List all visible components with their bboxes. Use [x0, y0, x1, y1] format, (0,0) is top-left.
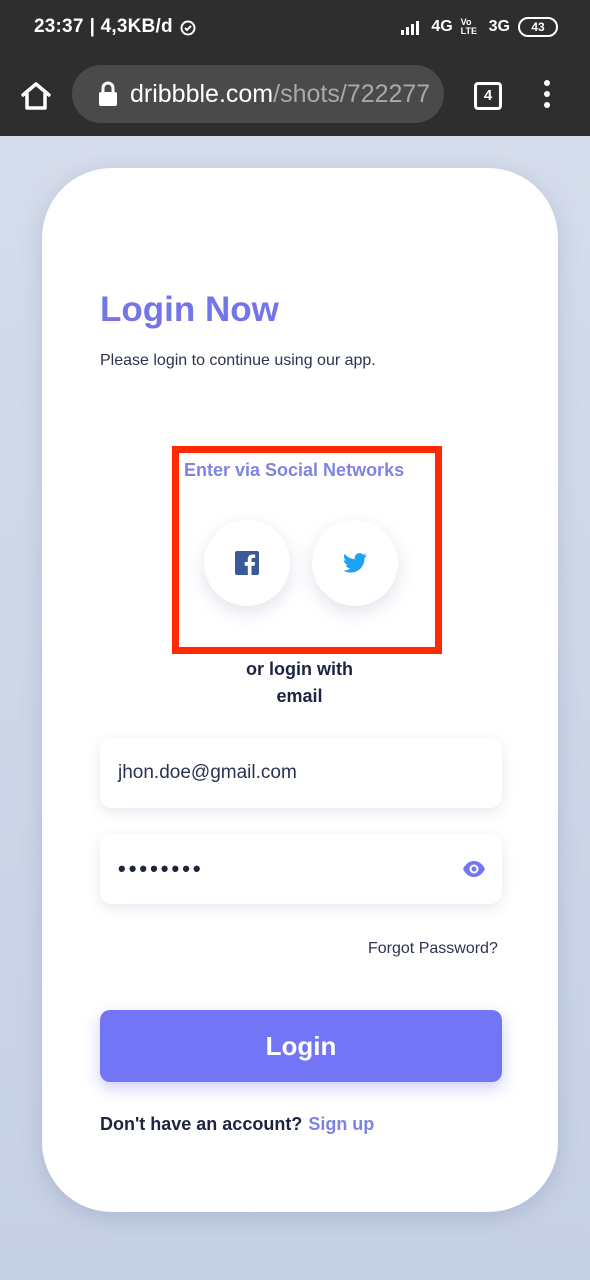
login-button[interactable]: Login: [100, 1010, 502, 1082]
page-title: Login Now: [100, 290, 279, 329]
status-speed: | 4,3KB/d: [89, 16, 173, 37]
status-right: 4G Vo LTE 3G 43: [401, 17, 558, 37]
password-value: ••••••••: [118, 856, 204, 881]
or-text-line1: or login with: [246, 659, 353, 679]
or-text-line2: email: [276, 686, 323, 706]
signup-row: Don't have an account? Sign up: [100, 1114, 374, 1135]
page-subtitle: Please login to continue using our app.: [100, 352, 376, 369]
social-networks-title: Enter via Social Networks: [184, 460, 405, 480]
or-login-with-email: or login with email: [212, 656, 387, 710]
status-time: 23:37: [34, 16, 84, 37]
twitter-icon: [343, 553, 367, 573]
login-card: Login Now Please login to continue using…: [42, 168, 558, 1212]
facebook-login-button[interactable]: [204, 520, 290, 606]
email-field[interactable]: jhon.doe@gmail.com: [100, 738, 502, 808]
status-volte: Vo LTE: [460, 17, 477, 36]
email-value: jhon.doe@gmail.com: [118, 762, 297, 783]
password-field[interactable]: ••••••••: [100, 834, 502, 904]
browser-toolbar: dribbble.com/shots/722277 4: [0, 56, 590, 136]
twitter-login-button[interactable]: [312, 520, 398, 606]
status-3g: 3G: [488, 18, 510, 35]
url-domain: dribbble.com: [130, 79, 274, 108]
signup-link[interactable]: Sign up: [308, 1114, 374, 1134]
lock-icon: [99, 81, 117, 106]
show-password-icon[interactable]: [462, 860, 486, 878]
address-bar[interactable]: dribbble.com/shots/722277: [72, 65, 444, 123]
alarm-icon: [180, 20, 196, 36]
home-icon[interactable]: [20, 80, 52, 112]
tab-switcher-button[interactable]: 4: [474, 82, 502, 110]
page-background: Login Now Please login to continue using…: [0, 136, 590, 1280]
battery-indicator: 43: [518, 17, 558, 37]
status-4g: 4G: [431, 18, 453, 35]
url-path: /shots/722277: [273, 79, 431, 108]
status-bar: 23:37 | 4,3KB/d 4G Vo LTE 3G 43: [0, 0, 590, 56]
no-account-text: Don't have an account?: [100, 1114, 303, 1134]
facebook-icon: [235, 551, 259, 575]
forgot-password-link[interactable]: Forgot Password?: [368, 940, 498, 958]
signal-icon: [401, 21, 420, 35]
status-left: 23:37 | 4,3KB/d: [34, 16, 197, 38]
browser-menu-button[interactable]: [542, 80, 552, 112]
